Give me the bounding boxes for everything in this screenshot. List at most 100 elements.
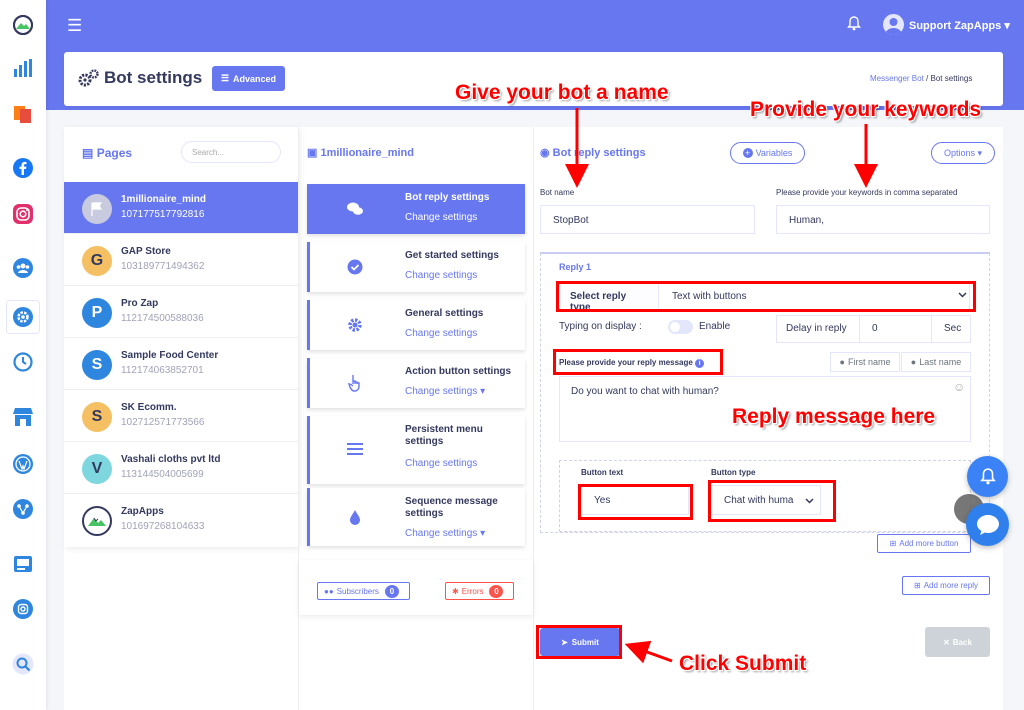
menu-sequence-message-settings[interactable]: Sequence message settings Change setting…: [307, 488, 525, 546]
last-name-button[interactable]: ● Last name: [901, 352, 971, 372]
share-icon[interactable]: [11, 497, 35, 521]
chart-icon[interactable]: [11, 56, 35, 80]
page-title: Bot settings: [104, 68, 203, 87]
page-avatar: S: [82, 402, 112, 432]
change-settings-label: Change settings: [405, 386, 478, 397]
instagram-icon[interactable]: [11, 202, 35, 226]
change-settings-link[interactable]: Change settings: [405, 458, 477, 469]
keywords-label: Please provide your keywords in comma se…: [776, 188, 958, 197]
chat-widget-button[interactable]: [966, 503, 1009, 546]
first-name-button[interactable]: ● First name: [830, 352, 900, 372]
variables-button[interactable]: + Variables: [730, 142, 805, 164]
bot-name-label: Bot name: [540, 188, 575, 197]
store-icon[interactable]: [11, 405, 35, 429]
change-settings-dropdown[interactable]: Change settings ▾: [405, 386, 485, 397]
errors-button[interactable]: ✱ Errors 0: [445, 582, 514, 600]
notification-widget-button[interactable]: [967, 456, 1008, 497]
search-input[interactable]: Search...: [181, 141, 281, 163]
change-settings-link[interactable]: Change settings: [405, 212, 477, 223]
add-more-reply-button[interactable]: ⊞ Add more reply: [902, 576, 990, 595]
change-settings-dropdown[interactable]: Change settings ▾: [405, 528, 485, 539]
menu-bot-reply-settings[interactable]: Bot reply settings Change settings: [307, 184, 525, 234]
advanced-button[interactable]: ☰ Advanced: [212, 66, 285, 91]
annotation-highlight-button-text: [578, 484, 693, 520]
reply-label: Reply 1: [559, 262, 592, 272]
search-icon[interactable]: [11, 652, 35, 676]
delay-input[interactable]: 0: [872, 323, 878, 334]
back-label: Back: [952, 637, 972, 647]
bell-icon[interactable]: [847, 16, 861, 34]
subscribers-label: Subscribers: [336, 586, 379, 596]
divider: [298, 127, 299, 710]
page-item-vashali-cloths[interactable]: V Vashali cloths pvt ltd 113144504005699: [64, 442, 298, 494]
annotation-highlight-reply-type: [556, 281, 976, 312]
user-menu[interactable]: Support ZapApps ▾: [909, 19, 1010, 32]
page-item-sample-food-center[interactable]: S Sample Food Center 112174063852701: [64, 338, 298, 390]
emoji-icon[interactable]: ☺: [953, 380, 965, 394]
menu-action-button-settings[interactable]: Action button settings Change settings ▾: [307, 358, 525, 408]
user-icon: ●: [910, 357, 917, 367]
bot-name-input[interactable]: StopBot: [540, 205, 755, 234]
page-id: 102712571773566: [121, 417, 205, 428]
bell-icon: [979, 468, 996, 485]
page-item-sk-ecomm[interactable]: S SK Ecomm. 102712571773566: [64, 390, 298, 442]
breadcrumb-parent[interactable]: Messenger Bot: [870, 74, 924, 83]
hamburger-icon[interactable]: ☰: [67, 16, 82, 36]
users-icon[interactable]: [11, 256, 35, 280]
page-item-zapapps[interactable]: ZapApps 101697268104633: [64, 494, 298, 546]
page-name: Pro Zap: [121, 298, 159, 309]
subscribers-button[interactable]: ●● Subscribers 0: [317, 582, 410, 600]
typing-display-toggle[interactable]: [668, 320, 693, 334]
page-name: 1millionaire_mind: [121, 194, 207, 205]
page-avatar: [82, 194, 112, 224]
page-item-pro-zap[interactable]: P Pro Zap 112174500588036: [64, 286, 298, 338]
page-item-1millionaire-mind[interactable]: 1millionaire_mind 107177517792816: [64, 182, 298, 234]
gear-icon[interactable]: [6, 300, 40, 334]
change-settings-link[interactable]: Change settings: [405, 328, 477, 339]
menu-get-started-settings[interactable]: Get started settings Change settings: [307, 242, 525, 292]
comments-icon: [346, 200, 364, 218]
keywords-input[interactable]: Human,: [776, 205, 990, 234]
pages-title-label: Pages: [96, 146, 133, 160]
page-avatar: P: [82, 298, 112, 328]
back-button[interactable]: ✕ Back: [925, 627, 990, 657]
wordpress-icon[interactable]: [11, 452, 35, 476]
drop-icon: [346, 508, 364, 526]
list-icon: ▤: [82, 146, 94, 160]
enable-label: Enable: [699, 321, 731, 332]
variables-label: Variables: [755, 148, 793, 158]
change-settings-link[interactable]: Change settings: [405, 270, 477, 281]
pages-icon[interactable]: [11, 102, 35, 126]
facebook-icon[interactable]: [11, 156, 35, 180]
options-dropdown[interactable]: Options ▾: [931, 142, 995, 164]
delay-unit: Sec: [931, 315, 971, 343]
menu-general-settings[interactable]: General settings Change settings: [307, 300, 525, 350]
logo-icon[interactable]: [11, 13, 35, 37]
caret-down-icon: ▾: [1004, 20, 1010, 32]
menu-title: Action button settings: [405, 366, 512, 377]
page-name: Sample Food Center: [121, 350, 219, 361]
annotation-highlight-button-type: [708, 480, 836, 522]
user-name: Support ZapApps: [909, 20, 1002, 32]
history-icon[interactable]: [11, 350, 35, 374]
page-id: 107177517792816: [121, 209, 205, 220]
form-title: ◉ Bot reply settings: [540, 146, 646, 159]
menu-persistent-menu-settings[interactable]: Persistent menu settings Change settings: [307, 416, 525, 484]
annotation-highlight-reply-message: [553, 349, 723, 375]
form-title-label: Bot reply settings: [552, 147, 646, 159]
media-icon[interactable]: [11, 552, 35, 576]
add-more-button-label: Add more button: [899, 539, 959, 548]
page-id: 112174500588036: [121, 313, 204, 324]
page-item-gap-store[interactable]: G GAP Store 103189771494362: [64, 234, 298, 286]
add-more-button-button[interactable]: ⊞ Add more button: [877, 534, 971, 553]
pages-title: ▤ Pages: [82, 146, 132, 160]
page-id: 113144504005699: [121, 469, 204, 480]
instagram-small-icon[interactable]: [11, 597, 35, 621]
plus-square-icon: ⊞: [889, 539, 897, 548]
zapapps-logo-icon: [82, 506, 112, 536]
user-icon: ●: [839, 357, 845, 367]
errors-count-badge: 0: [489, 584, 504, 598]
avatar[interactable]: [883, 14, 904, 35]
cog-icon: [346, 316, 364, 334]
first-name-label: First name: [847, 357, 891, 367]
